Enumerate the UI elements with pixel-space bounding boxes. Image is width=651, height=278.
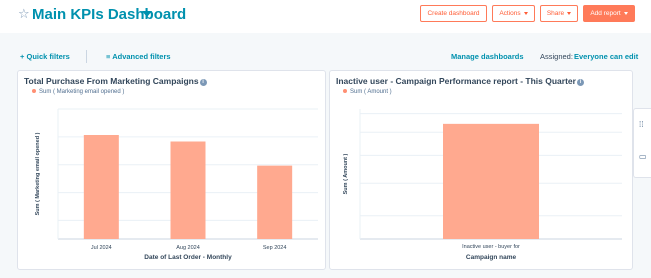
bar [443, 123, 539, 239]
filter-lines-icon: ≡ [106, 52, 111, 61]
chat-icon[interactable]: ▭ [639, 153, 647, 161]
star-icon[interactable]: ☆ [18, 7, 30, 21]
report-card-campaign-performance[interactable]: Inactive user - Campaign Performance rep… [329, 70, 633, 270]
plus-icon: + [20, 52, 25, 61]
share-label: Share [546, 10, 565, 17]
quick-filters-label: Quick filters [26, 52, 70, 61]
divider [86, 50, 87, 63]
x-axis-title: Date of Last Order - Monthly [144, 254, 232, 261]
bar [170, 141, 206, 239]
bar [83, 135, 119, 239]
grid-dots-icon[interactable]: ⁞⁞ [639, 121, 643, 129]
create-dashboard-button[interactable]: Create dashboard [420, 5, 487, 22]
bar-chart: Jul 2024 Aug 2024 Sep 2024 Date of Last Ord… [35, 108, 318, 261]
bar-chart: Inactive user - buyer for Campaign name Su… [343, 109, 622, 261]
advanced-filters-link[interactable]: ≡ Advanced filters [106, 52, 171, 62]
report-card-purchases[interactable]: Total Purchase From Marketing Campaigns i… [17, 70, 326, 270]
chevron-down-icon [567, 12, 572, 15]
advanced-filters-label: Advanced filters [112, 52, 171, 61]
actions-label: Actions [499, 10, 521, 17]
x-tick-label: Aug 2024 [176, 245, 200, 251]
dashboard-header: ☆ Main KPIs Dashboard Create dashboard A… [0, 0, 651, 33]
share-button[interactable]: Share [540, 5, 578, 22]
filter-bar: + Quick filters ≡ Advanced filters Manag… [0, 33, 651, 67]
x-tick-label: Jul 2024 [91, 245, 112, 251]
chevron-down-icon [523, 12, 528, 15]
manage-dashboards-link[interactable]: Manage dashboards [451, 52, 524, 62]
assigned-value-link[interactable]: Everyone can edit [574, 52, 638, 62]
add-report-button[interactable]: Add report [583, 5, 635, 22]
bar [257, 165, 293, 239]
y-axis-title: Sum ( Marketing email opened ) [35, 132, 41, 215]
chevron-down-icon [623, 12, 628, 15]
add-report-label: Add report [590, 10, 621, 17]
quick-filters-link[interactable]: + Quick filters [20, 52, 70, 62]
right-side-rail: ⁞⁞ ▭ [633, 108, 651, 178]
x-axis-title: Campaign name [466, 254, 517, 261]
y-axis-title: Sum ( Amount ) [343, 153, 349, 194]
actions-button[interactable]: Actions [492, 5, 535, 22]
x-tick-label: Sep 2024 [263, 245, 287, 251]
chevron-down-icon[interactable] [142, 11, 152, 17]
x-tick-label: Inactive user - buyer for [462, 244, 520, 250]
dashboard-title[interactable]: Main KPIs Dashboard [32, 6, 186, 23]
create-dashboard-label: Create dashboard [427, 10, 480, 17]
assigned-label: Assigned: [540, 52, 573, 61]
